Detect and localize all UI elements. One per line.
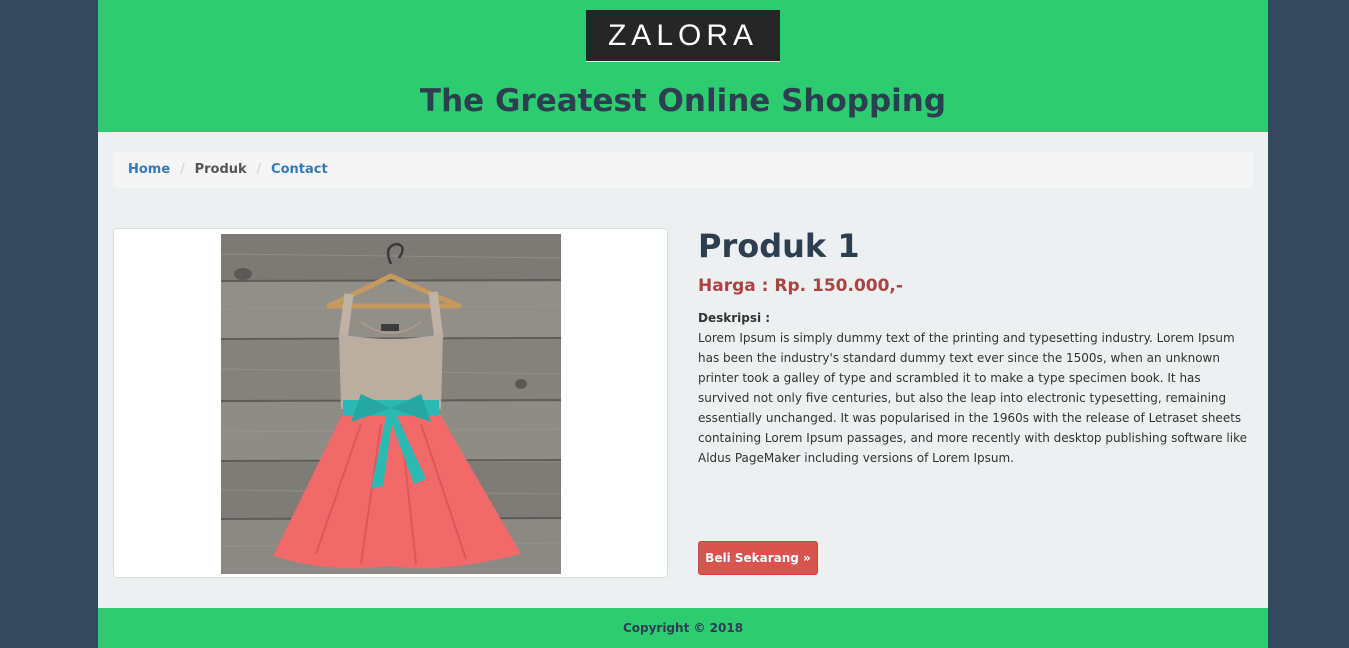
site-header: ZALORA The Greatest Online Shopping [98,0,1268,132]
breadcrumb: Home / Produk / Contact [113,152,1253,188]
site-footer: Copyright © 2018 [98,608,1268,648]
product-image-frame [113,228,668,578]
product-price: Harga : Rp. 150.000,- [698,276,903,296]
breadcrumb-contact-link[interactable]: Contact [271,162,328,177]
breadcrumb-current-produk: Produk [194,162,247,177]
product-photo-dress [221,234,561,574]
product-description: Lorem Ipsum is simply dummy text of the … [698,331,1248,465]
buy-now-button[interactable]: Beli Sekarang » [698,541,818,575]
product-title: Produk 1 [698,227,860,265]
product-details: Produk 1 Harga : Rp. 150.000,- Deskripsi… [698,222,1258,468]
breadcrumb-home-link[interactable]: Home [128,162,170,177]
breadcrumb-separator: / [180,162,185,177]
page-container: ZALORA The Greatest Online Shopping Home… [98,0,1268,648]
breadcrumb-separator: / [256,162,262,177]
site-tagline: The Greatest Online Shopping [419,83,947,119]
brand-logo[interactable]: ZALORA [586,10,780,62]
description-label: Deskripsi : [698,311,771,325]
copyright-text: Copyright © 2018 [622,621,744,635]
